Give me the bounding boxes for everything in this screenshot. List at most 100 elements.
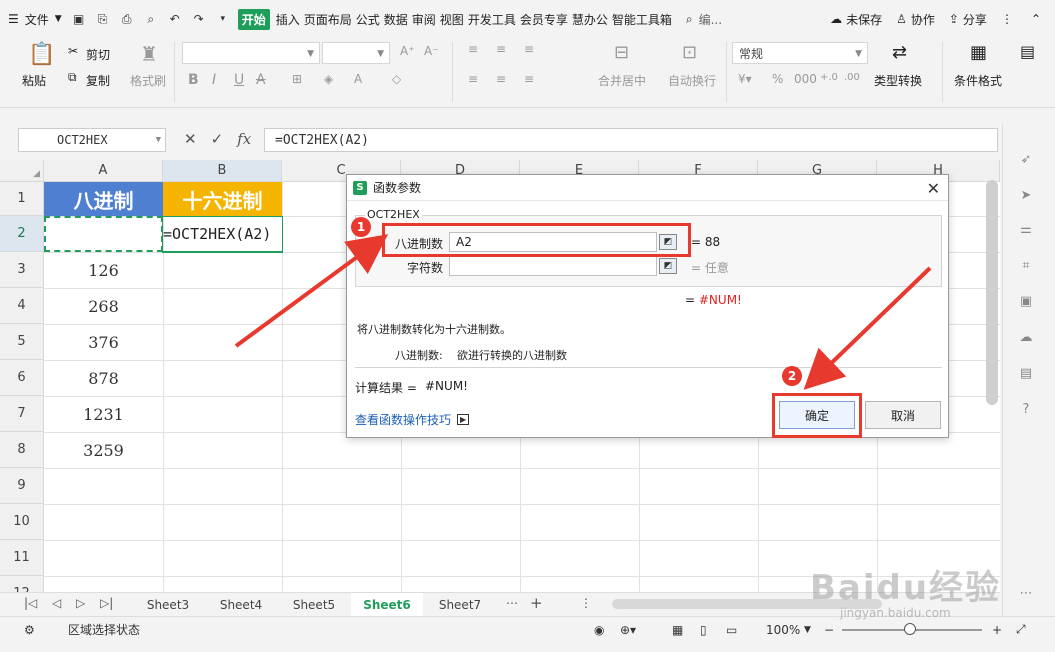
cut-button[interactable]: 剪切 xyxy=(86,46,110,63)
row-header-11[interactable]: 11 xyxy=(0,540,44,576)
collapse-icon[interactable]: ⌃ xyxy=(1031,12,1041,26)
cond-format-icon[interactable]: ▦ xyxy=(970,42,987,63)
clear-icon[interactable]: ◇ xyxy=(392,72,401,86)
cell-b1[interactable]: 十六进制 xyxy=(163,182,282,216)
tab-data[interactable]: 数据 xyxy=(384,11,408,28)
vertical-scrollbar[interactable] xyxy=(986,180,998,405)
page-break-view-icon[interactable]: ▭ xyxy=(726,623,737,637)
row-header-2[interactable]: 2 xyxy=(0,216,44,252)
close-icon[interactable]: ✕ xyxy=(927,179,940,198)
border-icon[interactable]: ⊞ xyxy=(292,72,302,86)
sheet-tab-6[interactable]: Sheet6 xyxy=(351,593,423,617)
more-ribbon-icon[interactable]: ▤ xyxy=(1020,42,1035,61)
merge-center-icon[interactable]: ⊟ xyxy=(614,42,629,63)
cell-a2[interactable] xyxy=(44,216,163,252)
split-icon[interactable]: ⋮ xyxy=(580,596,592,610)
align-bottom-icon[interactable]: ≡ xyxy=(524,42,534,56)
format-painter-icon[interactable]: ♜ xyxy=(140,42,158,66)
align-middle-icon[interactable]: ≡ xyxy=(496,42,506,56)
zoom-slider-knob[interactable] xyxy=(904,623,916,635)
font-family-select[interactable]: ▼ xyxy=(182,42,320,64)
col-header-a[interactable]: A xyxy=(44,160,163,182)
paste-icon[interactable]: 📋 xyxy=(28,42,55,67)
cell-a7[interactable]: 1231 xyxy=(44,396,163,432)
cell-a6[interactable]: 878 xyxy=(44,360,163,396)
type-convert-icon[interactable]: ⇄ xyxy=(892,42,907,63)
collab-button[interactable]: ♙ 协作 xyxy=(896,11,935,28)
thousands-icon[interactable]: 000 xyxy=(794,72,817,86)
image-icon[interactable]: ▣ xyxy=(1017,292,1035,310)
print-icon[interactable]: ⎙ xyxy=(118,10,136,28)
name-box[interactable]: OCT2HEX ▼ xyxy=(18,128,166,152)
search-box[interactable]: 编... xyxy=(699,11,722,28)
crop-icon[interactable]: ⌗ xyxy=(1017,256,1035,274)
row-header-6[interactable]: 6 xyxy=(0,360,44,396)
number-format-select[interactable]: 常规 ▼ xyxy=(732,42,868,64)
tab-page-layout[interactable]: 页面布局 xyxy=(304,11,352,28)
sheet-tab-4[interactable]: Sheet4 xyxy=(205,593,277,617)
tab-review[interactable]: 审阅 xyxy=(412,11,436,28)
book-icon[interactable]: ▤ xyxy=(1017,364,1035,382)
sheet-tab-3[interactable]: Sheet3 xyxy=(132,593,204,617)
copy-button[interactable]: 复制 xyxy=(86,72,110,89)
sheet-tab-5[interactable]: Sheet5 xyxy=(278,593,350,617)
increase-decimal-icon[interactable]: +.0 xyxy=(820,72,838,83)
cloud-sync-icon[interactable]: ☁ xyxy=(1017,328,1035,346)
currency-icon[interactable]: ¥▾ xyxy=(738,72,752,86)
align-right-icon[interactable]: ≡ xyxy=(524,72,534,86)
cell-a8[interactable]: 3259 xyxy=(44,432,163,468)
cell-a1[interactable]: 八进制 xyxy=(44,182,163,216)
format-painter-button[interactable]: 格式刷 xyxy=(130,72,166,89)
fill-color-icon[interactable]: ◈ xyxy=(324,72,333,86)
row-header-10[interactable]: 10 xyxy=(0,504,44,540)
confirm-formula-icon[interactable]: ✓ xyxy=(211,130,224,148)
tab-smart-office[interactable]: 慧办公 xyxy=(572,11,608,28)
arg2-range-picker-icon[interactable]: ◩ xyxy=(659,258,677,274)
tab-formula[interactable]: 公式 xyxy=(356,11,380,28)
underline-icon[interactable]: U xyxy=(234,72,244,88)
row-header-7[interactable]: 7 xyxy=(0,396,44,432)
bold-icon[interactable]: B xyxy=(188,72,199,88)
font-size-select[interactable]: ▼ xyxy=(322,42,390,64)
formula-input[interactable]: =OCT2HEX(A2) xyxy=(264,128,998,152)
export-icon[interactable]: ⎘ xyxy=(94,10,112,28)
sidebar-more-icon[interactable]: ⋯ xyxy=(1017,584,1035,602)
strikethrough-icon[interactable]: A xyxy=(256,72,266,88)
row-header-5[interactable]: 5 xyxy=(0,324,44,360)
paste-button[interactable]: 粘贴 xyxy=(22,72,46,89)
tab-toolbox[interactable]: 智能工具箱 xyxy=(612,11,672,28)
help-icon[interactable]: ? xyxy=(1017,400,1035,418)
type-convert-button[interactable]: 类型转换 xyxy=(874,72,922,89)
tab-home[interactable]: 开始 xyxy=(237,8,270,30)
tab-insert[interactable]: 插入 xyxy=(276,11,300,28)
eye-protect-icon[interactable]: ◉ xyxy=(594,623,604,637)
cut-icon[interactable]: ✂ xyxy=(68,44,78,58)
tab-developer[interactable]: 开发工具 xyxy=(468,11,516,28)
search-icon[interactable]: ⌕ xyxy=(686,12,693,27)
hamburger-icon[interactable]: ☰ xyxy=(8,12,19,26)
wrap-text-icon[interactable]: ⊡ xyxy=(682,42,697,63)
select-all-corner[interactable]: ◢ xyxy=(0,160,44,182)
align-left-icon[interactable]: ≡ xyxy=(468,72,478,86)
align-top-icon[interactable]: ≡ xyxy=(468,42,478,56)
zoom-in-icon[interactable]: + xyxy=(992,623,1002,637)
file-menu[interactable]: 文件 xyxy=(25,11,49,28)
row-header-9[interactable]: 9 xyxy=(0,468,44,504)
add-sheet-icon[interactable]: + xyxy=(530,594,543,612)
col-header-b[interactable]: B xyxy=(163,160,282,182)
row-header-3[interactable]: 3 xyxy=(0,252,44,288)
settings-sliders-icon[interactable]: ⚌ xyxy=(1017,220,1035,238)
more-menu-icon[interactable]: ⋮ xyxy=(1001,12,1013,26)
undo-icon[interactable]: ↶ xyxy=(166,10,184,28)
save-icon[interactable]: ▣ xyxy=(70,10,88,28)
tab-member[interactable]: 会员专享 xyxy=(520,11,568,28)
cell-b2[interactable]: =OCT2HEX(A2) xyxy=(163,216,282,252)
first-sheet-icon[interactable]: |◁ xyxy=(24,596,37,610)
chevron-down-icon[interactable]: ▼ xyxy=(55,14,62,24)
zoom-out-icon[interactable]: − xyxy=(824,623,834,637)
normal-view-icon[interactable]: ▦ xyxy=(672,623,683,637)
decrease-decimal-icon[interactable]: .00 xyxy=(844,72,860,83)
cell-a5[interactable]: 376 xyxy=(44,324,163,360)
more-icon[interactable]: ▾ xyxy=(214,10,232,28)
dialog-title-bar[interactable]: S 函数参数 xyxy=(347,175,948,201)
